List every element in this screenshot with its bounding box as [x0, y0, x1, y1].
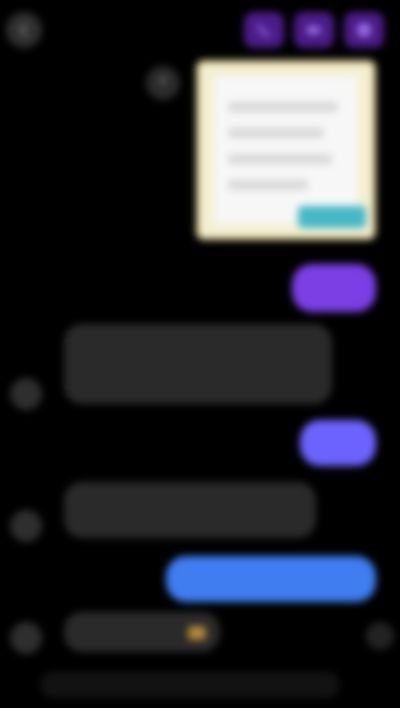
sent-message[interactable] — [300, 420, 376, 466]
shared-image-preview — [214, 76, 358, 224]
image-line — [228, 154, 332, 164]
shared-image-bubble[interactable] — [196, 60, 376, 240]
info-button[interactable] — [344, 12, 384, 48]
back-button[interactable] — [6, 12, 42, 48]
avatar[interactable] — [10, 622, 42, 654]
emoji-icon — [188, 626, 206, 640]
avatar[interactable] — [10, 510, 42, 542]
sent-message[interactable] — [292, 264, 376, 312]
back-icon — [19, 23, 28, 37]
image-line — [228, 128, 324, 138]
sent-message[interactable] — [166, 556, 376, 602]
info-icon — [357, 23, 371, 37]
video-icon — [307, 26, 321, 34]
message-composer[interactable] — [40, 672, 340, 698]
chat-header — [0, 0, 400, 56]
image-accent — [298, 206, 366, 228]
share-icon — [159, 76, 167, 86]
image-line — [228, 180, 308, 190]
received-message[interactable] — [64, 324, 332, 404]
chat-screen — [0, 0, 400, 708]
received-message[interactable] — [64, 612, 220, 652]
avatar[interactable] — [10, 378, 42, 410]
image-line — [228, 102, 338, 112]
call-icon — [258, 24, 270, 36]
call-button[interactable] — [244, 12, 284, 48]
share-button[interactable] — [146, 66, 180, 100]
video-button[interactable] — [294, 12, 334, 48]
header-actions — [244, 12, 384, 48]
received-message[interactable] — [64, 482, 316, 538]
reaction-icon[interactable] — [366, 622, 394, 650]
